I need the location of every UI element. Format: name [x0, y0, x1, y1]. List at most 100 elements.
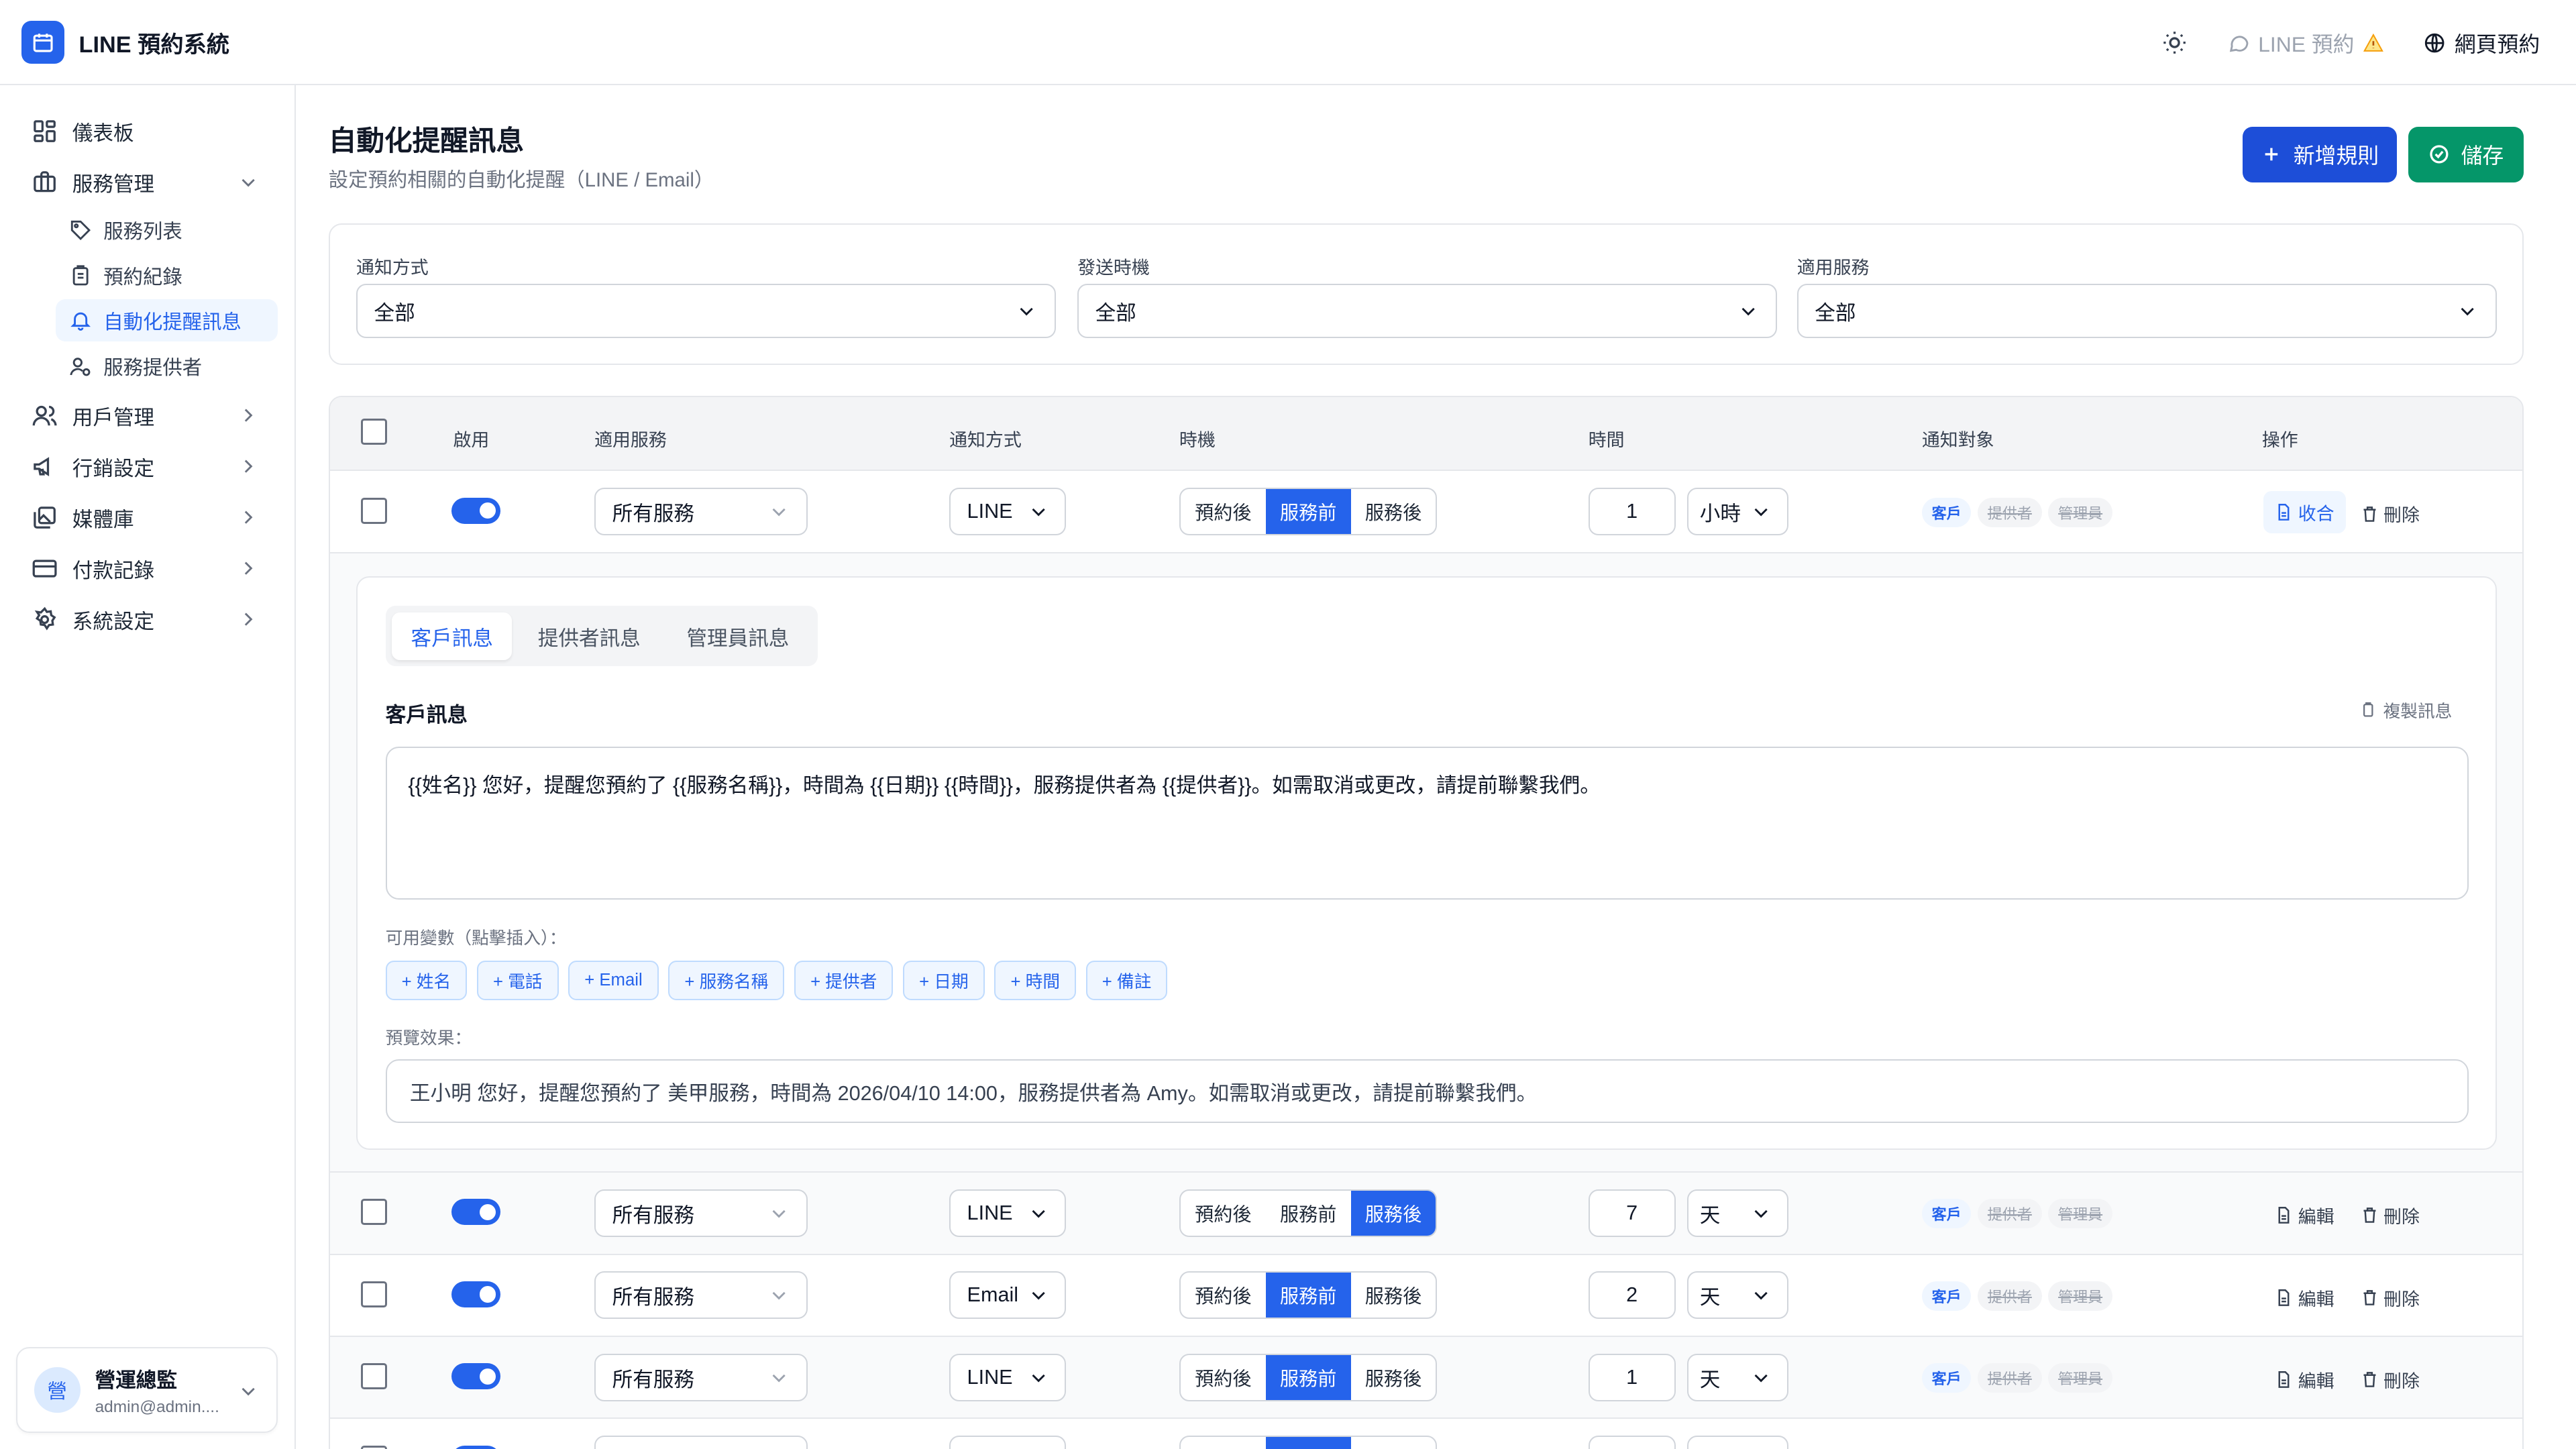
target-admin[interactable]: 管理員 — [2048, 1281, 2112, 1311]
time-unit-select[interactable]: 天 — [1686, 1353, 1789, 1401]
delete-button[interactable]: 刪除 — [2361, 1285, 2420, 1311]
target-admin[interactable]: 管理員 — [2048, 497, 2112, 527]
filter-service-select[interactable]: 全部 — [1796, 284, 2498, 339]
var-chip-email[interactable]: + Email — [568, 960, 659, 1000]
enable-toggle[interactable] — [451, 1199, 501, 1226]
theme-toggle-icon[interactable] — [2161, 30, 2188, 56]
message-textarea[interactable]: {{姓名}} 您好，提醒您預約了 {{服務名稱}}，時間為 {{日期}} {{時… — [385, 747, 2469, 900]
row-checkbox[interactable] — [361, 1363, 388, 1390]
sidebar-item-marketing[interactable]: 行銷設定 — [16, 443, 279, 490]
timing-before-service[interactable]: 服務前 — [1265, 1354, 1351, 1400]
target-provider[interactable]: 提供者 — [1978, 497, 2042, 527]
tab-admin-message[interactable]: 管理員訊息 — [666, 612, 809, 660]
time-unit-select[interactable]: 天 — [1686, 1271, 1789, 1320]
timing-after-service[interactable]: 服務後 — [1351, 1355, 1436, 1400]
target-provider[interactable]: 提供者 — [1978, 1281, 2042, 1311]
var-chip-phone[interactable]: + 電話 — [476, 960, 559, 1000]
add-rule-button[interactable]: 新增規則 — [2242, 126, 2398, 182]
target-provider[interactable]: 提供者 — [1978, 1363, 2042, 1393]
sidebar-item-settings[interactable]: 系統設定 — [16, 596, 279, 643]
copy-message-button[interactable]: 複製訊息 — [2360, 698, 2452, 722]
channel-select[interactable]: Email — [949, 1271, 1066, 1320]
target-customer[interactable]: 客戶 — [1921, 1363, 1972, 1393]
sidebar-subitem-reminders[interactable]: 自動化提醒訊息 — [56, 299, 278, 342]
timing-before-service[interactable]: 服務前 — [1265, 488, 1351, 534]
edit-button[interactable]: 編輯 — [2275, 1202, 2334, 1228]
filter-timing-select[interactable]: 全部 — [1077, 284, 1778, 339]
sidebar-subitem-service-list[interactable]: 服務列表 — [56, 209, 278, 252]
sidebar-item-payments[interactable]: 付款記錄 — [16, 545, 279, 592]
service-select[interactable]: 所有服務 — [594, 1271, 808, 1320]
timing-after-booking[interactable]: 預約後 — [1181, 1355, 1266, 1400]
channel-select[interactable]: LINE — [949, 1189, 1066, 1237]
time-amount-input[interactable] — [1588, 1435, 1676, 1449]
delete-button[interactable]: 刪除 — [2361, 500, 2420, 527]
sidebar-item-services[interactable]: 服務管理 — [16, 160, 279, 206]
timing-after-service[interactable]: 服務後 — [1351, 1273, 1436, 1318]
enable-toggle[interactable] — [451, 1363, 501, 1390]
target-admin[interactable]: 管理員 — [2048, 1199, 2112, 1229]
timing-after-service[interactable] — [1351, 1437, 1436, 1449]
delete-button[interactable]: 刪除 — [2361, 1366, 2420, 1393]
select-all-checkbox[interactable] — [361, 419, 388, 445]
time-unit-select[interactable]: 天 — [1686, 1189, 1789, 1237]
filter-channel-select[interactable]: 全部 — [356, 284, 1057, 339]
edit-button[interactable]: 編輯 — [2275, 1285, 2334, 1311]
timing-after-booking[interactable]: 預約後 — [1181, 1191, 1266, 1236]
row-checkbox[interactable] — [361, 497, 388, 524]
enable-toggle[interactable] — [451, 497, 501, 524]
tab-customer-message[interactable]: 客戶訊息 — [392, 612, 513, 660]
target-customer[interactable]: 客戶 — [1921, 497, 1972, 527]
var-chip-provider[interactable]: + 提供者 — [794, 960, 894, 1000]
web-booking-link[interactable]: 網頁預約 — [2423, 28, 2540, 58]
target-customer[interactable]: 客戶 — [1921, 1199, 1972, 1229]
timing-after-service[interactable]: 服務後 — [1350, 1190, 1436, 1236]
sidebar-item-users[interactable]: 用戶管理 — [16, 392, 279, 439]
sidebar-subitem-booking-records[interactable]: 預約紀錄 — [56, 255, 278, 298]
enable-toggle[interactable] — [451, 1445, 501, 1449]
time-amount-input[interactable]: 7 — [1588, 1189, 1676, 1237]
var-chip-date[interactable]: + 日期 — [903, 960, 985, 1000]
timing-before-service[interactable]: 服務前 — [1266, 1191, 1351, 1236]
service-select[interactable] — [594, 1435, 808, 1449]
target-provider[interactable]: 提供者 — [1978, 1199, 2042, 1229]
timing-before-service[interactable] — [1265, 1436, 1351, 1449]
timing-after-service[interactable]: 服務後 — [1351, 489, 1436, 534]
time-amount-input[interactable]: 1 — [1588, 1353, 1676, 1401]
var-chip-name[interactable]: + 姓名 — [385, 960, 468, 1000]
channel-select[interactable] — [949, 1435, 1066, 1449]
row-checkbox[interactable] — [361, 1445, 388, 1449]
service-select[interactable]: 所有服務 — [594, 1353, 808, 1401]
service-select[interactable]: 所有服務 — [594, 1189, 808, 1237]
edit-button[interactable]: 編輯 — [2275, 1366, 2334, 1393]
delete-button[interactable]: 刪除 — [2361, 1202, 2420, 1228]
timing-after-booking[interactable] — [1181, 1437, 1266, 1449]
time-unit-select[interactable]: 小時 — [1686, 487, 1789, 535]
channel-select[interactable]: LINE — [949, 1353, 1066, 1401]
time-amount-input[interactable]: 1 — [1588, 487, 1676, 535]
target-admin[interactable]: 管理員 — [2048, 1363, 2112, 1393]
target-customer[interactable]: 客戶 — [1921, 1281, 1972, 1311]
channel-select[interactable]: LINE — [949, 487, 1066, 535]
line-booking-link[interactable]: LINE 預約 — [2227, 28, 2384, 58]
user-menu[interactable]: 營 營運總監 admin@admin.... — [16, 1347, 278, 1433]
save-button[interactable]: 儲存 — [2408, 126, 2524, 182]
time-amount-input[interactable]: 2 — [1588, 1271, 1676, 1320]
var-chip-time[interactable]: + 時間 — [994, 960, 1077, 1000]
timing-after-booking[interactable]: 預約後 — [1181, 489, 1266, 534]
row-checkbox[interactable] — [361, 1199, 388, 1226]
collapse-button[interactable]: 收合 — [2263, 490, 2346, 534]
enable-toggle[interactable] — [451, 1281, 501, 1307]
brand[interactable]: LINE 預約系統 — [21, 20, 229, 64]
sidebar-item-media[interactable]: 媒體庫 — [16, 494, 279, 541]
tab-provider-message[interactable]: 提供者訊息 — [519, 612, 660, 660]
row-checkbox[interactable] — [361, 1281, 388, 1307]
sidebar-subitem-providers[interactable]: 服務提供者 — [56, 345, 278, 388]
var-chip-note[interactable]: + 備註 — [1085, 960, 1168, 1000]
timing-before-service[interactable]: 服務前 — [1265, 1273, 1351, 1318]
timing-after-booking[interactable]: 預約後 — [1181, 1273, 1266, 1318]
service-select[interactable]: 所有服務 — [594, 487, 808, 535]
var-chip-service[interactable]: + 服務名稱 — [668, 960, 785, 1000]
sidebar-item-dashboard[interactable]: 儀表板 — [16, 109, 279, 155]
time-unit-select[interactable] — [1686, 1435, 1789, 1449]
